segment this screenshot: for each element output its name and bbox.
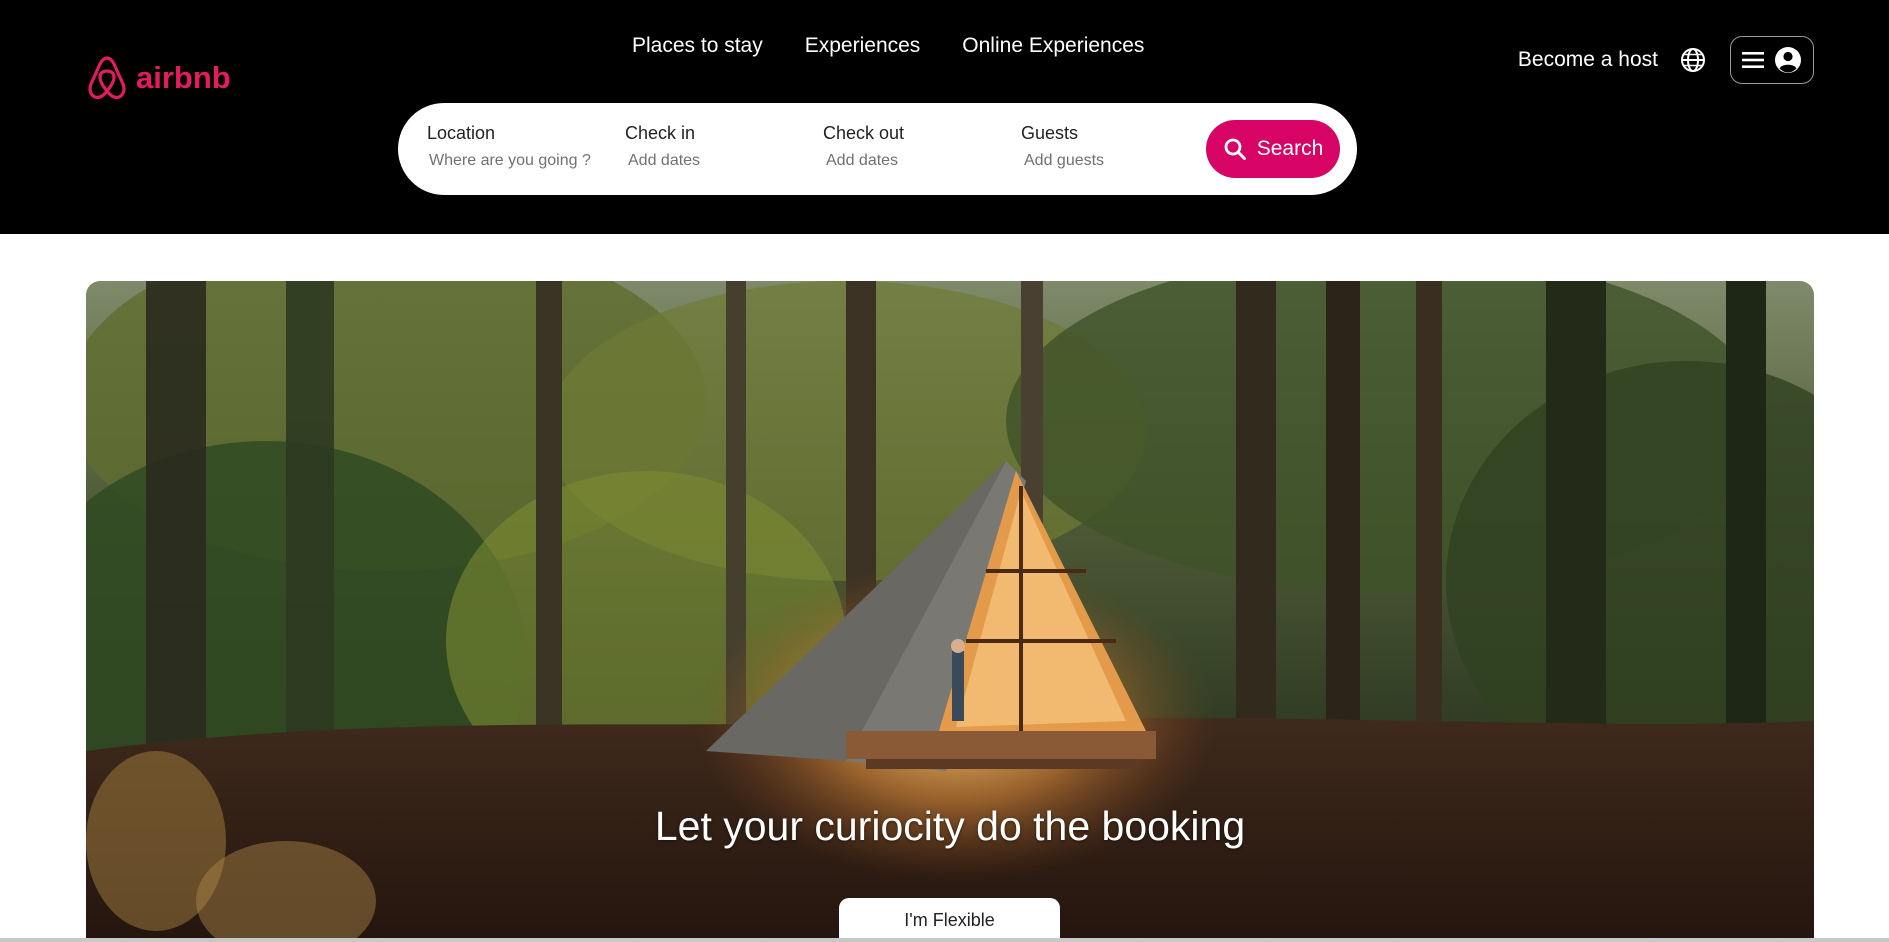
nav-experiences[interactable]: Experiences (805, 34, 921, 58)
airbnb-belo-icon (88, 56, 126, 100)
globe-icon[interactable] (1680, 47, 1706, 73)
search-button-label: Search (1256, 137, 1324, 160)
become-host-link[interactable]: Become a host (1518, 48, 1658, 72)
location-field[interactable]: Location (427, 123, 609, 170)
guests-label: Guests (1021, 123, 1079, 143)
search-bar: Location Check in Check out Guests Searc… (398, 103, 1357, 195)
hero-title: Let your curiocity do the booking (654, 803, 1246, 849)
checkout-field[interactable]: Check out (823, 123, 976, 170)
brand-name: airbnb (136, 60, 231, 95)
checkout-input[interactable] (826, 152, 976, 170)
checkin-label: Check in (625, 123, 696, 143)
airbnb-logo[interactable]: airbnb (86, 54, 231, 102)
main-nav: Places to stay Experiences Online Experi… (632, 34, 1144, 58)
guests-field[interactable]: Guests (1021, 123, 1174, 170)
nav-online-experiences[interactable]: Online Experiences (962, 34, 1144, 58)
location-label: Location (427, 123, 496, 143)
location-input[interactable] (429, 152, 609, 170)
checkout-label: Check out (823, 123, 905, 143)
user-menu-button[interactable] (1730, 36, 1814, 84)
hamburger-icon (1742, 52, 1764, 68)
search-icon (1224, 138, 1246, 160)
user-circle-icon (1775, 47, 1801, 73)
checkin-field[interactable]: Check in (625, 123, 778, 170)
guests-input[interactable] (1024, 152, 1174, 170)
top-header: airbnb Places to stay Experiences Online… (0, 0, 1889, 234)
checkin-input[interactable] (628, 152, 778, 170)
nav-places-to-stay[interactable]: Places to stay (632, 34, 763, 58)
search-button[interactable]: Search (1206, 120, 1340, 178)
hero-banner: Let your curiocity do the booking I'm Fl… (86, 281, 1814, 942)
account-nav: Become a host (1518, 36, 1814, 84)
im-flexible-button[interactable]: I'm Flexible (839, 898, 1060, 942)
page-bottom-edge (0, 938, 1889, 942)
